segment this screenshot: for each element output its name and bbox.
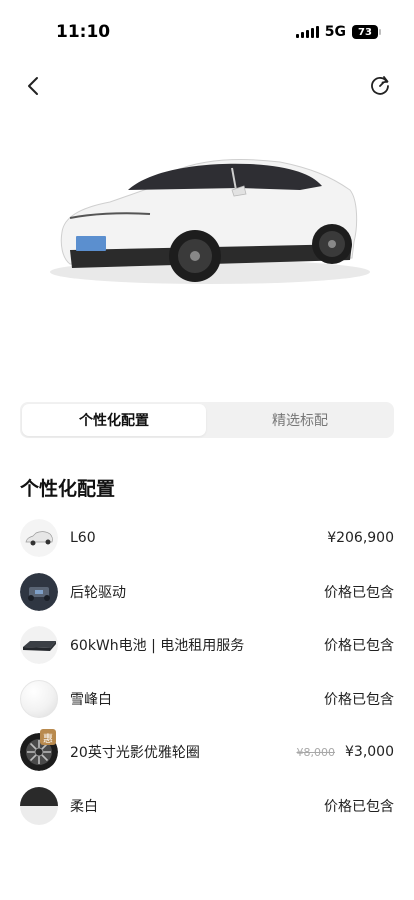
config-item-price-group: ¥8,000 ¥3,000	[297, 744, 395, 760]
status-indicators: 5G 73	[295, 24, 381, 40]
interior-swatch	[20, 787, 58, 825]
car-image	[0, 140, 414, 310]
config-item-battery[interactable]: 60kWh电池 | 电池租用服务 价格已包含	[20, 625, 394, 665]
config-item-price: 价格已包含	[324, 585, 394, 601]
config-item-drive[interactable]: 后轮驱动 价格已包含	[20, 572, 394, 612]
config-item-label: L60	[70, 530, 96, 546]
original-price: ¥8,000	[296, 745, 336, 759]
refresh-icon	[371, 76, 389, 95]
config-item-label: 柔白	[70, 799, 98, 815]
chevron-left-icon	[28, 77, 38, 95]
color-swatch-white	[20, 680, 58, 718]
battery-icon: 73	[352, 25, 381, 39]
config-item-price: ¥3,000	[345, 744, 394, 760]
config-item-label: 雪峰白	[70, 692, 112, 708]
config-item-price: ¥206,900	[327, 530, 394, 546]
tab-personalized-config[interactable]: 个性化配置	[22, 404, 206, 436]
config-item-model[interactable]: L60 ¥206,900	[20, 518, 394, 558]
config-item-price: 价格已包含	[324, 638, 394, 654]
config-item-wheels[interactable]: 惠 20英寸光影优雅轮圈 ¥8,000 ¥3,000	[20, 729, 395, 772]
config-item-price: 价格已包含	[324, 799, 394, 815]
rwd-chassis-icon	[20, 573, 58, 611]
refresh-button[interactable]	[368, 74, 392, 98]
car-illustration	[50, 159, 370, 284]
battery-level: 73	[358, 26, 372, 38]
config-item-exterior-color[interactable]: 雪峰白 价格已包含	[20, 679, 394, 719]
network-label: 5G	[324, 24, 346, 40]
car-thumbnail-icon	[20, 519, 58, 557]
config-item-price: 价格已包含	[324, 692, 394, 708]
battery-pack-icon	[20, 626, 58, 664]
config-item-label: 20英寸光影优雅轮圈	[70, 745, 200, 761]
status-bar: 11:10 5G 73	[0, 0, 414, 60]
config-tabs: 个性化配置 精选标配	[20, 402, 394, 438]
config-item-label: 后轮驱动	[70, 585, 126, 601]
tab-standard-config[interactable]: 精选标配	[208, 404, 392, 436]
signal-icon	[295, 26, 319, 38]
status-time: 11:10	[56, 22, 111, 42]
back-button[interactable]	[22, 74, 46, 98]
wheel-rim-icon: 惠	[20, 729, 58, 771]
section-title: 个性化配置	[20, 478, 116, 500]
config-item-label: 60kWh电池 | 电池租用服务	[70, 638, 245, 654]
config-item-interior[interactable]: 柔白 价格已包含	[20, 786, 394, 826]
promo-badge: 惠	[40, 729, 56, 745]
